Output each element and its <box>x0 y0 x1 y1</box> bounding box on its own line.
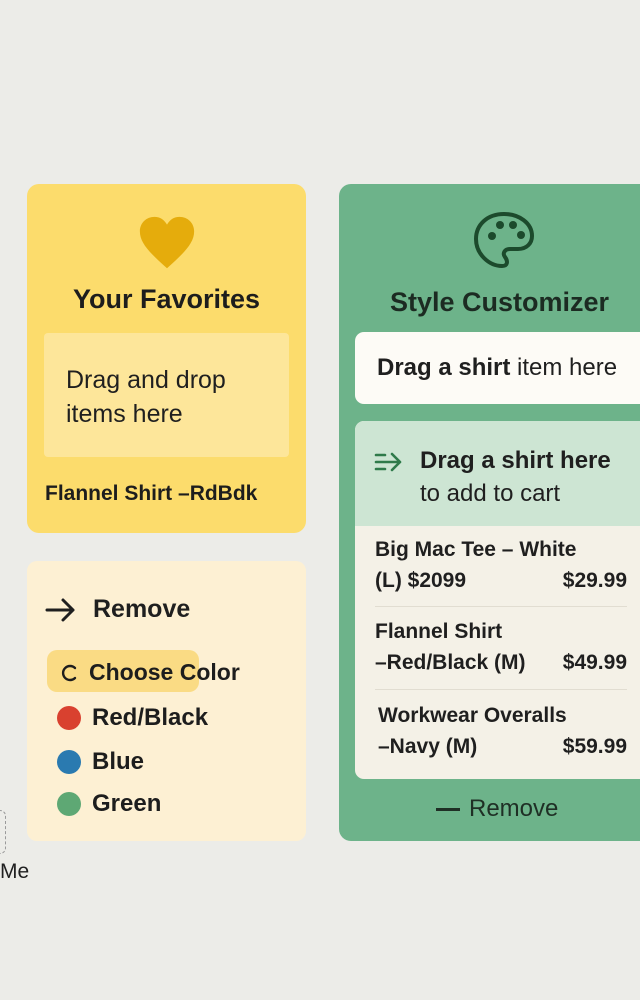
remove-cart-button[interactable]: Remove <box>436 795 558 823</box>
color-option-label: Blue <box>92 748 145 775</box>
cart-drop-text: Drag a shirt here to add to cart <box>420 444 611 510</box>
refresh-icon <box>61 664 77 681</box>
drop-zone-label: Drag a shirt <box>377 354 511 381</box>
cart-item-name: Workwear Overalls <box>378 704 567 727</box>
cart-drop-text-line1: Drag a shirt here <box>420 447 611 474</box>
cart-item-price: $59.99 <box>562 735 627 758</box>
green-swatch <box>57 792 81 816</box>
minus-icon <box>436 807 460 811</box>
cart-item[interactable]: Workwear Overalls –Navy (M) $59.99 <box>378 700 627 762</box>
cart-item-name: Flannel Shirt <box>375 620 503 643</box>
drop-zone-label-suffix: item here <box>510 354 618 381</box>
color-option-green[interactable]: Green <box>57 790 161 818</box>
partial-label: Me <box>0 860 30 883</box>
cart-panel: Drag a shirt here to add to cart Big Mac… <box>355 421 640 779</box>
choose-color-button[interactable]: Choose Color <box>61 659 240 686</box>
heart-icon <box>139 216 194 269</box>
red-swatch <box>57 706 81 730</box>
style-customizer-panel: Style Customizer Drag a shirt item here … <box>339 184 640 841</box>
color-option-label: Red/Black <box>92 704 209 731</box>
color-options-card: Remove Choose Color Red/Black Blue Green <box>27 561 306 841</box>
color-option-blue[interactable]: Blue <box>57 748 144 776</box>
cart-item[interactable]: Big Mac Tee – White (L) $2099 $29.99 <box>375 534 627 596</box>
partial-drop-box[interactable] <box>0 810 6 854</box>
style-customizer-title: Style Customizer <box>390 287 610 317</box>
favorites-title: Your Favorites <box>72 284 261 314</box>
palette-icon <box>474 212 534 268</box>
choose-color-label: Choose Color <box>89 659 240 685</box>
favorites-drop-zone[interactable]: Drag and drop items here <box>44 333 289 457</box>
drag-arrow-icon <box>374 452 402 472</box>
arrow-right-icon <box>45 598 75 621</box>
favorites-card: Your Favorites Drag and drop items here … <box>27 184 306 533</box>
remove-label: Remove <box>93 595 191 623</box>
color-option-label: Green <box>92 790 162 817</box>
remove-cart-label: Remove <box>469 795 559 822</box>
shirt-drop-zone[interactable]: Drag a shirt item here <box>355 332 640 404</box>
cart-item-price: $29.99 <box>562 569 627 592</box>
divider <box>375 606 627 607</box>
blue-swatch <box>57 750 81 774</box>
cart-item[interactable]: Flannel Shirt –Red/Black (M) $49.99 <box>375 616 627 678</box>
cart-drop-text-line2: to add to cart <box>420 480 561 507</box>
remove-button[interactable]: Remove <box>45 595 190 624</box>
color-option-red-black[interactable]: Red/Black <box>57 704 208 732</box>
cart-item-price: $49.99 <box>562 651 627 674</box>
divider <box>375 689 627 690</box>
favorite-item[interactable]: Flannel Shirt –RdBdk <box>45 482 257 506</box>
cart-item-name: Big Mac Tee – White <box>375 538 577 561</box>
cart-drop-zone[interactable]: Drag a shirt here to add to cart <box>355 421 640 526</box>
